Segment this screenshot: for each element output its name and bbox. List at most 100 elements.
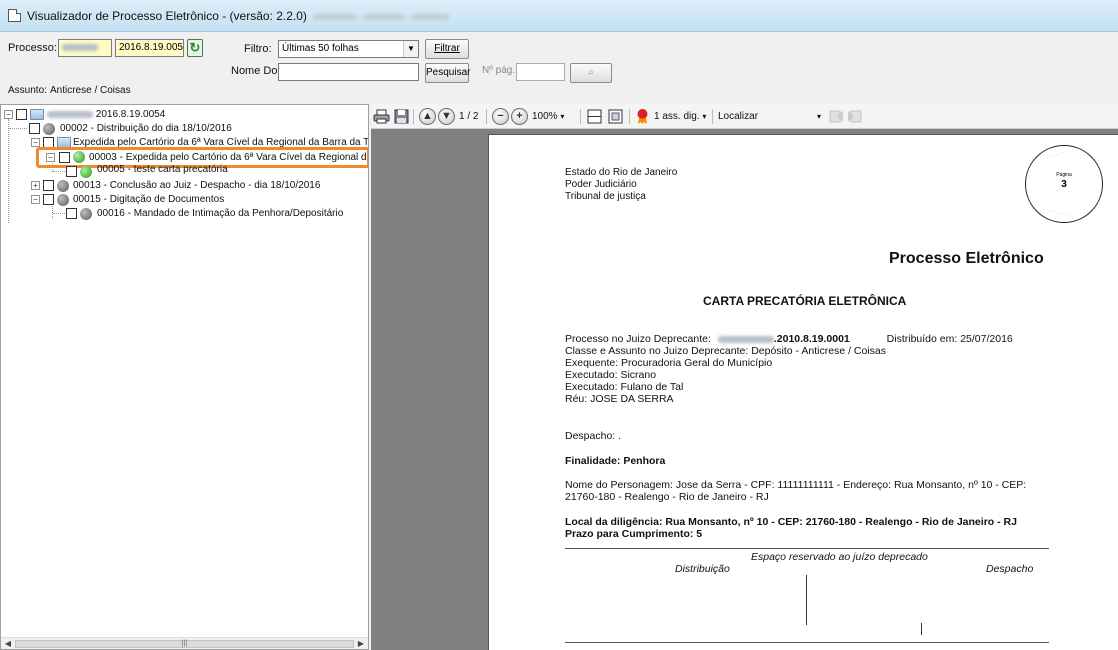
tree-root[interactable]: − 2016.8.19.0054 xyxy=(1,108,368,121)
find-label: Localizar xyxy=(718,111,759,122)
prazo-line: Prazo para Cumprimento: 5 xyxy=(565,528,703,540)
chevron-down-icon: ▾ xyxy=(560,112,565,121)
info-line: Réu: JOSE DA SERRA xyxy=(565,393,674,405)
signature-ribbon-icon[interactable] xyxy=(634,108,651,125)
pdf-viewer[interactable]: Estado do Rio de Janeiro Poder Judiciári… xyxy=(371,129,1118,650)
redacted-text xyxy=(717,335,774,343)
tree-item[interactable]: 00016 - Mandado de Intimação da Penhora/… xyxy=(1,207,368,220)
tree-item[interactable]: 00002 - Distribuição do dia 18/10/2016 xyxy=(1,122,368,135)
checkbox[interactable] xyxy=(66,208,77,219)
checkbox[interactable] xyxy=(16,109,27,120)
processo-number: .2010.8.19.0001 xyxy=(773,333,850,345)
previous-page-icon[interactable]: ▲ xyxy=(419,108,436,125)
tree-root-number: 2016.8.19.0054 xyxy=(95,109,166,120)
processo-label: Processo: xyxy=(8,42,57,54)
print-icon[interactable] xyxy=(373,108,390,125)
window-title-text: Visualizador de Processo Eletrônico - (v… xyxy=(27,9,307,23)
checkbox[interactable] xyxy=(43,194,54,205)
refresh-icon: ↻ xyxy=(189,40,201,55)
npag-input[interactable] xyxy=(516,63,565,81)
page-seal: · · · · · · · · · · · · · · · · · · Pági… xyxy=(1025,145,1103,223)
processo-prefix-field[interactable] xyxy=(58,39,112,57)
collapse-icon[interactable]: − xyxy=(31,138,40,147)
tree-item-label: 00002 - Distribuição do dia 18/10/2016 xyxy=(60,123,232,134)
expand-icon[interactable]: + xyxy=(31,181,40,190)
find-next-icon[interactable] xyxy=(846,108,863,125)
processo-number-field[interactable]: 2016.8.19.0054 xyxy=(115,39,184,57)
local-line: Local da diligência: Rua Monsanto, nº 10… xyxy=(565,516,1017,528)
chevron-down-icon[interactable]: ▼ xyxy=(403,41,418,57)
processo-line: Processo no Juizo Deprecante: .2010.8.19… xyxy=(565,333,1013,345)
tree-item-label: 00015 - Digitação de Documentos xyxy=(73,194,225,205)
document-subtitle: CARTA PRECATÓRIA ELETRÔNICA xyxy=(703,294,907,308)
horizontal-scrollbar[interactable]: ◀ ||| ▶ xyxy=(1,637,368,649)
pesquisar-button[interactable]: Pesquisar xyxy=(425,63,470,83)
document-icon xyxy=(8,9,21,22)
page-current[interactable]: 1 xyxy=(459,111,465,122)
page-total: 2 xyxy=(472,111,479,122)
reserved-label: Espaço reservado ao juízo deprecado xyxy=(751,551,928,563)
tree-item[interactable]: − 00015 - Digitação de Documentos xyxy=(1,193,368,206)
checkbox[interactable] xyxy=(43,180,54,191)
divider xyxy=(565,642,1049,643)
processo-prefix: Processo no Juizo Deprecante: xyxy=(565,333,711,345)
signatures-dropdown[interactable]: 1 ass. dig. ▾ xyxy=(654,108,706,125)
header-line: Poder Judiciário xyxy=(565,179,637,190)
info-line: Executado: Fulano de Tal xyxy=(565,381,684,393)
save-icon[interactable] xyxy=(393,108,410,125)
scrollbar-thumb[interactable]: ||| xyxy=(15,640,354,648)
find-input[interactable]: Localizar xyxy=(718,108,833,125)
filtrar-button[interactable]: Filtrar xyxy=(425,39,469,59)
document-tree: − 2016.8.19.0054 00002 - Distribuição do… xyxy=(0,104,369,650)
page-indicator: 1 / 2 xyxy=(459,108,478,125)
zoom-value: 100% xyxy=(532,111,558,122)
filtro-label: Filtro: xyxy=(244,43,272,55)
title-bar: Visualizador de Processo Eletrônico - (v… xyxy=(0,0,1118,32)
zoom-in-icon[interactable]: + xyxy=(511,108,528,125)
fit-page-icon[interactable] xyxy=(607,108,624,125)
zoom-out-icon[interactable]: − xyxy=(492,108,509,125)
filtrar-label: Filtrar xyxy=(434,43,460,54)
processo-info: Classe e Assunto no Juizo Deprecante: De… xyxy=(565,345,886,405)
find-previous-icon[interactable] xyxy=(828,108,845,125)
redacted-text xyxy=(362,13,405,20)
header-line: Tribunal de justiça xyxy=(565,191,646,202)
nome-doc-input[interactable] xyxy=(278,63,419,81)
fit-width-icon[interactable] xyxy=(586,108,603,125)
scroll-left-icon[interactable]: ◀ xyxy=(1,638,15,649)
tree-item[interactable]: + 00013 - Conclusão ao Juiz - Despacho -… xyxy=(1,179,368,192)
tree-item[interactable]: 00005 - teste carta precatória xyxy=(1,164,368,178)
collapse-icon[interactable]: − xyxy=(31,195,40,204)
personagem-block: Nome do Personagem: Jose da Serra - CPF:… xyxy=(565,479,1026,503)
info-line: Classe e Assunto no Juizo Deprecante: De… xyxy=(565,345,886,357)
redacted-text xyxy=(62,43,98,51)
collapse-icon[interactable]: − xyxy=(4,110,13,119)
redacted-text xyxy=(312,13,357,20)
viewer-toolbar: ▲ ▼ 1 / 2 − + 100% ▾ 1 ass. dig. ▾ Local… xyxy=(371,104,1118,129)
seal-label: Página xyxy=(1056,172,1072,178)
chevron-down-icon[interactable]: ▾ xyxy=(817,108,821,125)
info-line: Exequente: Procuradoria Geral do Municíp… xyxy=(565,357,773,369)
scroll-right-icon[interactable]: ▶ xyxy=(354,638,368,649)
distribuido-date: Distribuído em: 25/07/2016 xyxy=(886,333,1013,345)
tree-item-label: 00013 - Conclusão ao Juiz - Despacho - d… xyxy=(73,180,321,191)
refresh-button[interactable]: ↻ xyxy=(187,39,203,57)
checkbox[interactable] xyxy=(29,123,40,134)
assunto-value: Anticrese / Coisas xyxy=(50,85,131,96)
despacho-column-label: Despacho xyxy=(986,563,1034,575)
zoom-select[interactable]: 100% ▾ xyxy=(532,108,564,125)
go-to-page-button[interactable]: ⌕ xyxy=(570,63,612,83)
redacted-text xyxy=(47,110,93,118)
tree-root-label: 2016.8.19.0054 xyxy=(47,108,165,121)
status-icon xyxy=(57,180,69,192)
pdf-page: Estado do Rio de Janeiro Poder Judiciári… xyxy=(488,134,1118,650)
window-title: Visualizador de Processo Eletrônico - (v… xyxy=(27,9,449,23)
redacted-text xyxy=(410,13,449,20)
tree-item-label: 00005 - teste carta precatória xyxy=(97,164,228,175)
seal-ring-text: · · · · · · · · · xyxy=(1047,207,1070,218)
next-page-icon[interactable]: ▼ xyxy=(438,108,455,125)
checkbox[interactable] xyxy=(66,166,77,177)
info-line: Executado: Sicrano xyxy=(565,369,657,381)
despacho-line: Despacho: . xyxy=(565,430,622,442)
filtro-select[interactable]: Últimas 50 folhas ▼ xyxy=(278,40,419,58)
